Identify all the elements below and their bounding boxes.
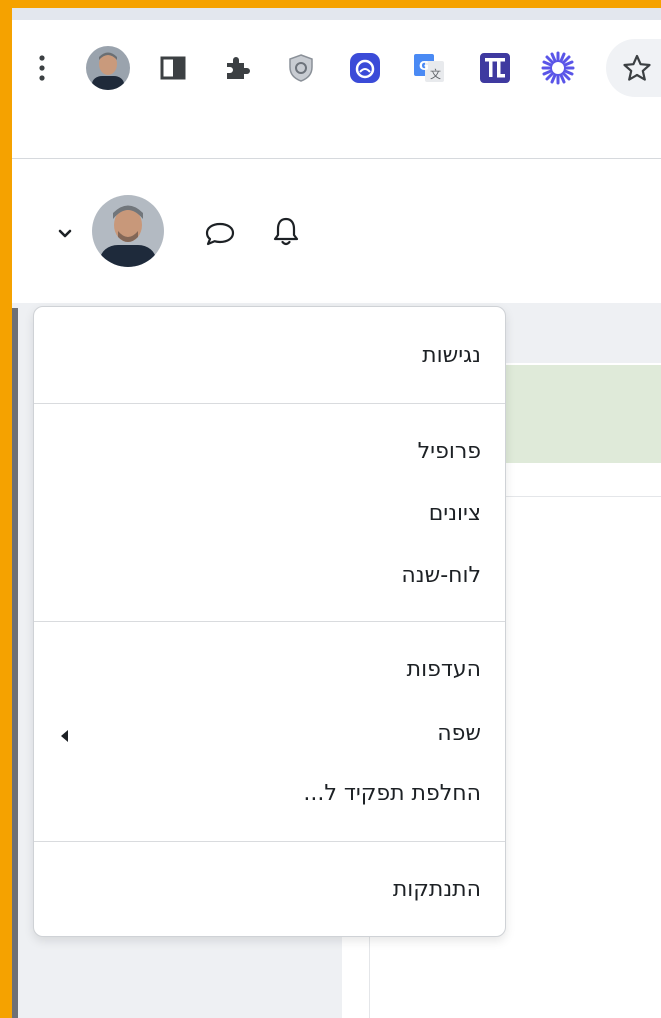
menu-item-profile[interactable]: פרופיל [54,431,481,471]
sun-extension-icon[interactable] [540,50,576,86]
il-extension-icon[interactable] [478,51,512,85]
svg-text:G: G [419,59,429,73]
menu-divider [34,621,505,622]
bell-icon[interactable] [268,214,304,250]
profile-avatar[interactable] [86,46,130,90]
menu-divider [34,841,505,842]
side-panel-icon[interactable] [158,53,188,83]
menu-item-calendar[interactable]: לוח-שנה [54,555,481,595]
browser-toolbar: G文 [12,20,661,120]
user-avatar[interactable] [92,195,164,267]
chevron-down-icon[interactable] [54,222,76,244]
extensions-puzzle-icon[interactable] [220,52,252,84]
user-dropdown-menu: נגישות פרופיל ציונים לוח-שנה העדפות שפה … [33,306,506,937]
kebab-menu-icon[interactable] [35,53,49,83]
menu-item-accessibility[interactable]: נגישות [54,335,481,375]
google-translate-icon[interactable]: G文 [412,51,446,85]
menu-item-logout[interactable]: התנתקות [54,869,481,909]
tab-strip [12,8,661,20]
chat-bubble-icon[interactable] [202,216,238,252]
browser-window: G文 נגישות פרופיל ציונים לוח-שנה העדפות ש… [12,8,661,1018]
content-border [369,928,370,1018]
svg-text:文: 文 [430,67,441,81]
drawer-edge [12,308,18,1018]
menu-divider [34,403,505,404]
bookmark-star-icon[interactable] [620,51,654,85]
caret-left-icon [58,725,70,742]
menu-item-preferences[interactable]: העדפות [54,649,481,689]
menu-item-switch-role[interactable]: החלפת תפקיד ל... [54,773,481,813]
shield-extension-icon[interactable] [286,53,316,83]
blue-extension-icon[interactable] [348,51,382,85]
menu-item-language[interactable]: שפה [54,713,481,753]
menu-item-grades[interactable]: ציונים [54,493,481,533]
